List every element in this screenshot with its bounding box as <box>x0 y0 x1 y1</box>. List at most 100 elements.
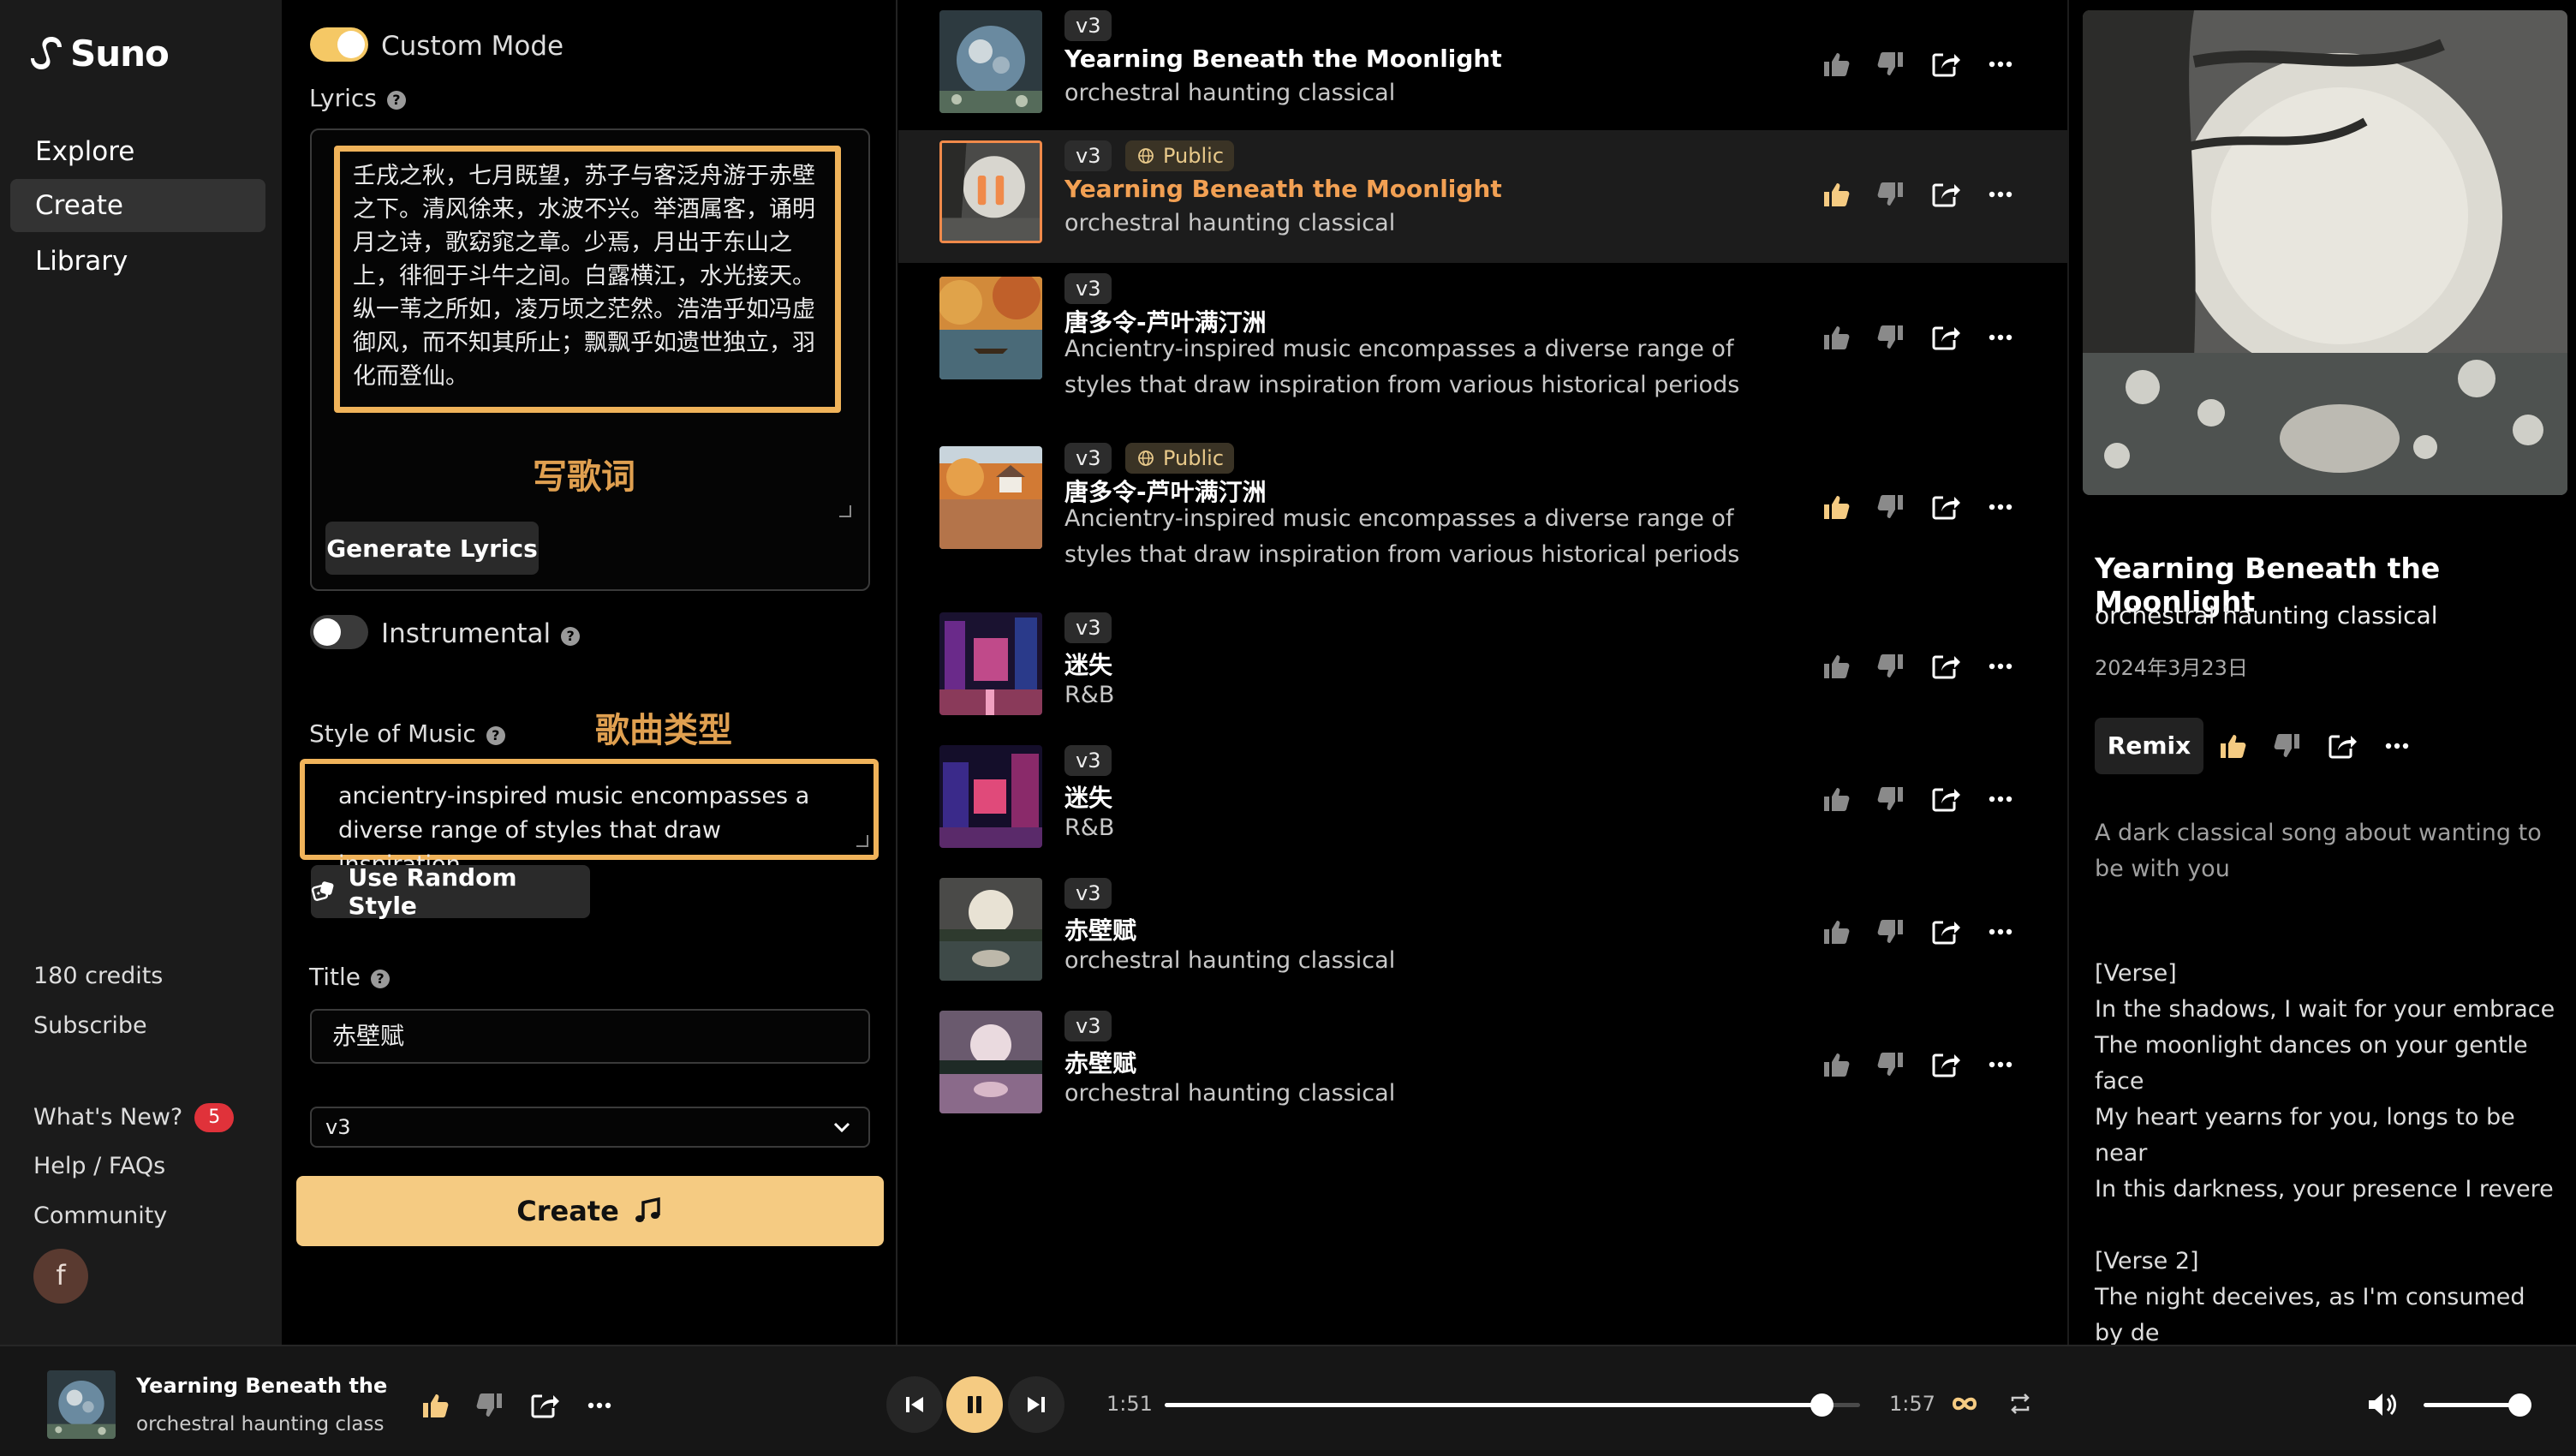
share-icon[interactable] <box>1929 48 1962 81</box>
thumbs-down-icon[interactable] <box>474 1389 506 1422</box>
nav-explore[interactable]: Explore <box>10 125 265 178</box>
thumbs-down-icon[interactable] <box>1875 48 1907 81</box>
nav-library[interactable]: Library <box>10 235 265 288</box>
remix-button[interactable]: Remix <box>2095 718 2203 774</box>
public-badge-label: Public <box>1163 446 1225 470</box>
random-style-label: Use Random Style <box>348 863 517 920</box>
thumbs-up-icon[interactable] <box>2216 730 2249 762</box>
thumbs-down-icon[interactable] <box>2271 730 2304 762</box>
song-title[interactable]: 赤壁赋 <box>1064 912 1136 946</box>
more-options-icon[interactable] <box>1984 1048 2017 1081</box>
thumbs-down-icon[interactable] <box>1875 321 1907 354</box>
song-row[interactable]: v3 Public 唐多令-芦叶满汀洲 Ancientry-inspired musi… <box>898 433 2067 602</box>
user-avatar[interactable]: f <box>33 1249 88 1304</box>
volume-slider[interactable] <box>2424 1393 2531 1417</box>
share-icon[interactable] <box>2326 730 2358 762</box>
progress-handle[interactable] <box>1810 1393 1834 1417</box>
loop-infinity-icon[interactable] <box>1949 1393 1980 1415</box>
share-icon[interactable] <box>1929 321 1962 354</box>
song-cover-art[interactable] <box>939 1011 1042 1113</box>
share-icon[interactable] <box>1929 1048 1962 1081</box>
song-row[interactable]: v3 迷失 R&B <box>898 602 2067 735</box>
custom-mode-toggle[interactable] <box>310 27 368 62</box>
help-faqs-link[interactable]: Help / FAQs <box>33 1153 165 1179</box>
song-cover-art[interactable] <box>939 612 1042 715</box>
resize-handle-icon[interactable] <box>839 505 851 517</box>
song-cover-art[interactable] <box>939 446 1042 549</box>
pause-button[interactable] <box>946 1376 1003 1433</box>
more-options-icon[interactable] <box>1984 783 2017 815</box>
nav-create[interactable]: Create <box>10 179 265 232</box>
thumbs-down-icon[interactable] <box>1875 491 1907 523</box>
more-options-icon[interactable] <box>1984 491 2017 523</box>
instrumental-toggle[interactable] <box>310 615 368 649</box>
thumbs-up-icon[interactable] <box>1820 1048 1852 1081</box>
song-row[interactable]: v3 Yearning Beneath the Moonlight orchestr… <box>898 0 2067 130</box>
song-row[interactable]: v3 Public Yearning Beneath the Moonlight or… <box>898 130 2067 263</box>
version-select[interactable]: v3 <box>310 1107 870 1148</box>
more-options-icon[interactable] <box>1984 916 2017 948</box>
more-options-icon[interactable] <box>1984 48 2017 81</box>
whats-new-link[interactable]: What's New? 5 <box>33 1103 235 1132</box>
repeat-icon[interactable] <box>2007 1391 2033 1417</box>
thumbs-up-icon[interactable] <box>1820 321 1852 354</box>
previous-button[interactable] <box>886 1376 943 1433</box>
share-icon[interactable] <box>528 1389 561 1422</box>
more-options-icon[interactable] <box>583 1389 616 1422</box>
song-title[interactable]: Yearning Beneath the Moonlight <box>1064 175 1502 203</box>
song-cover-art[interactable] <box>939 10 1042 113</box>
thumbs-up-icon[interactable] <box>1820 916 1852 948</box>
thumbs-down-icon[interactable] <box>1875 650 1907 683</box>
share-icon[interactable] <box>1929 491 1962 523</box>
more-options-icon[interactable] <box>2381 730 2413 762</box>
song-cover-art[interactable] <box>939 277 1042 379</box>
community-link[interactable]: Community <box>33 1202 167 1229</box>
song-title[interactable]: 迷失 <box>1064 779 1112 814</box>
song-row[interactable]: v3 唐多令-芦叶满汀洲 Ancientry-inspired music enco… <box>898 263 2067 433</box>
thumbs-down-icon[interactable] <box>1875 1048 1907 1081</box>
more-options-icon[interactable] <box>1984 321 2017 354</box>
lyrics-value[interactable]: 壬戌之秋，七月既望，苏子与客泛舟游于赤壁之下。清风徐来，水波不兴。举酒属客，诵明… <box>353 159 826 393</box>
song-row[interactable]: v3 赤壁赋 orchestral haunting classical <box>898 1000 2067 1133</box>
thumbs-down-icon[interactable] <box>1875 178 1907 211</box>
more-options-icon[interactable] <box>1984 650 2017 683</box>
help-icon[interactable]: ? <box>386 91 406 110</box>
share-icon[interactable] <box>1929 916 1962 948</box>
song-title[interactable]: Yearning Beneath the Moonlight <box>1064 45 1502 73</box>
help-icon[interactable]: ? <box>561 627 581 646</box>
thumbs-up-icon[interactable] <box>1820 48 1852 81</box>
volume-icon[interactable] <box>2365 1389 2400 1420</box>
progress-bar[interactable] <box>1165 1393 1860 1417</box>
song-title[interactable]: 赤壁赋 <box>1064 1045 1136 1079</box>
subscribe-link[interactable]: Subscribe <box>33 1012 147 1039</box>
use-random-style-button[interactable]: Use Random Style <box>311 863 590 920</box>
song-cover-art[interactable] <box>939 745 1042 848</box>
thumbs-up-icon[interactable] <box>1820 650 1852 683</box>
resize-handle-icon[interactable] <box>856 835 868 847</box>
thumbs-down-icon[interactable] <box>1875 916 1907 948</box>
create-button[interactable]: Create <box>296 1176 884 1246</box>
song-row[interactable]: v3 迷失 R&B <box>898 735 2067 868</box>
share-icon[interactable] <box>1929 650 1962 683</box>
more-options-icon[interactable] <box>1984 178 2017 211</box>
suno-logo[interactable]: Suno <box>31 33 170 75</box>
thumbs-down-icon[interactable] <box>1875 783 1907 815</box>
song-row[interactable]: v3 赤壁赋 orchestral haunting classical <box>898 868 2067 1000</box>
generate-lyrics-button[interactable]: Generate Lyrics <box>325 522 539 575</box>
next-button[interactable] <box>1008 1376 1064 1433</box>
song-cover-art[interactable] <box>939 878 1042 981</box>
thumbs-up-icon[interactable] <box>1820 491 1852 523</box>
share-icon[interactable] <box>1929 178 1962 211</box>
player-title[interactable]: Yearning Beneath the <box>136 1374 387 1398</box>
volume-handle[interactable] <box>2508 1393 2531 1417</box>
thumbs-up-icon[interactable] <box>1820 178 1852 211</box>
thumbs-up-icon[interactable] <box>1820 783 1852 815</box>
song-cover-art[interactable] <box>939 140 1042 243</box>
help-icon[interactable]: ? <box>371 970 391 988</box>
song-title[interactable]: 迷失 <box>1064 647 1112 681</box>
player-cover-art[interactable] <box>47 1370 116 1439</box>
title-input[interactable]: 赤壁赋 <box>310 1009 870 1064</box>
help-icon[interactable]: ? <box>486 726 505 745</box>
share-icon[interactable] <box>1929 783 1962 815</box>
thumbs-up-icon[interactable] <box>419 1389 451 1422</box>
